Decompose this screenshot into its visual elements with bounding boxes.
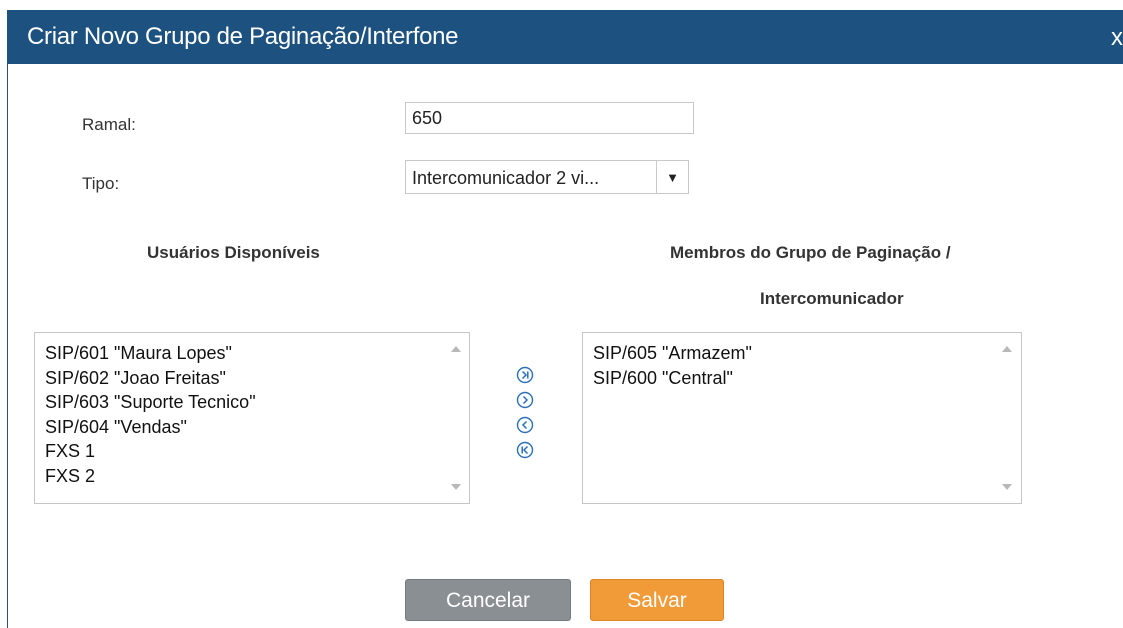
scroll-down-icon[interactable] [451,484,461,490]
group-members-items: SIP/605 "Armazem" SIP/600 "Central" [593,341,752,390]
type-select-value: Intercomunicador 2 vi... [412,168,600,188]
move-all-left-icon[interactable] [516,441,534,459]
list-item[interactable]: FXS 1 [45,439,256,464]
list-item[interactable]: SIP/605 "Armazem" [593,341,752,366]
list-item[interactable]: SIP/602 "Joao Freitas" [45,366,256,391]
group-members-list[interactable]: SIP/605 "Armazem" SIP/600 "Central" [582,332,1022,504]
extension-label: Ramal: [82,115,136,134]
available-users-list[interactable]: SIP/601 "Maura Lopes" SIP/602 "Joao Frei… [34,332,470,504]
group-members-heading: Membros do Grupo de Paginação / [670,243,951,262]
create-paging-group-dialog: Criar Novo Grupo de Paginação/Interfone … [0,0,1123,628]
move-left-icon[interactable] [516,416,534,434]
save-button[interactable]: Salvar [590,579,724,621]
list-item[interactable]: SIP/601 "Maura Lopes" [45,341,256,366]
available-users-heading: Usuários Disponíveis [147,243,320,262]
scroll-up-icon[interactable] [451,346,461,352]
list-item[interactable]: SIP/600 "Central" [593,366,752,391]
dialog-title: Criar Novo Grupo de Paginação/Interfone [27,23,459,50]
move-all-right-icon[interactable] [516,366,534,384]
extension-input[interactable] [405,102,694,134]
close-icon[interactable]: x [1111,24,1123,52]
type-label: Tipo: [82,174,120,193]
scroll-down-icon[interactable] [1002,484,1012,490]
list-item[interactable]: SIP/604 "Vendas" [45,415,256,440]
scroll-up-icon[interactable] [1002,346,1012,352]
move-right-icon[interactable] [516,391,534,409]
chevron-down-icon[interactable]: ▼ [656,161,688,193]
cancel-button[interactable]: Cancelar [405,579,571,621]
list-item[interactable]: SIP/603 "Suporte Tecnico" [45,390,256,415]
group-members-heading-line2: Intercomunicador [760,289,904,308]
dialog-titlebar: Criar Novo Grupo de Paginação/Interfone … [7,10,1123,64]
list-item[interactable]: FXS 2 [45,464,256,489]
available-users-items: SIP/601 "Maura Lopes" SIP/602 "Joao Frei… [45,341,256,488]
dialog-border [7,64,8,628]
type-select[interactable]: Intercomunicador 2 vi... ▼ [405,160,689,194]
